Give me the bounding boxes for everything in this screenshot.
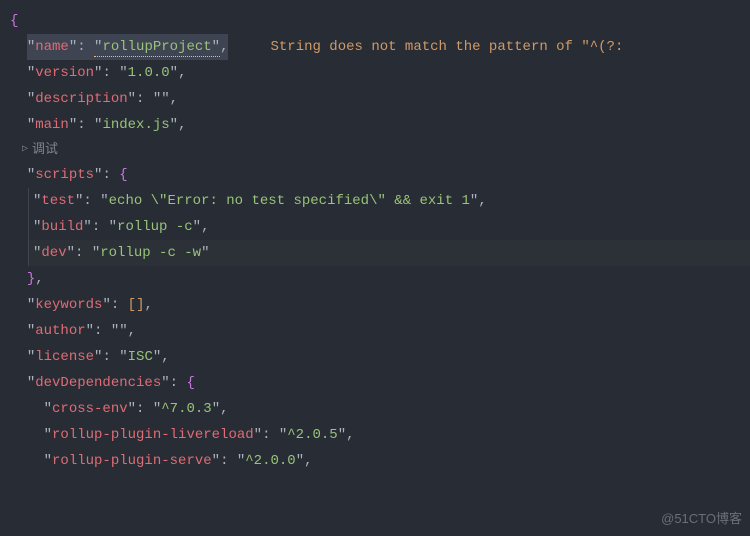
json-val-serve: ^2.0.0 bbox=[245, 453, 295, 469]
watermark: @51CTO博客 bbox=[661, 506, 742, 532]
json-val-test: echo \"Error: no test specified\" && exi… bbox=[109, 193, 470, 209]
json-key-version: version bbox=[35, 65, 94, 81]
brace-open: { bbox=[10, 13, 18, 29]
code-line-scripts-close: }, bbox=[0, 266, 750, 292]
code-line: { bbox=[0, 8, 750, 34]
json-key-livereload: rollup-plugin-livereload bbox=[52, 427, 254, 443]
json-val-name: rollupProject bbox=[102, 39, 211, 55]
code-line-test: "test": "echo \"Error: no test specified… bbox=[29, 188, 750, 214]
json-val-license: ISC bbox=[128, 349, 153, 365]
json-key-scripts: scripts bbox=[35, 167, 94, 183]
json-key-name: name bbox=[35, 39, 69, 55]
code-line-version: "version": "1.0.0", bbox=[0, 60, 750, 86]
json-val-livereload: ^2.0.5 bbox=[287, 427, 337, 443]
json-key-devdeps: devDependencies bbox=[35, 375, 161, 391]
json-key-description: description bbox=[35, 91, 127, 107]
json-key-author: author bbox=[35, 323, 85, 339]
json-key-license: license bbox=[35, 349, 94, 365]
json-key-serve: rollup-plugin-serve bbox=[52, 453, 212, 469]
code-line-serve: "rollup-plugin-serve": "^2.0.0", bbox=[0, 448, 750, 474]
play-icon: ▷ bbox=[22, 138, 28, 162]
json-val-main: index.js bbox=[102, 117, 169, 133]
code-line-author: "author": "", bbox=[0, 318, 750, 344]
code-line-name: "name": "rollupProject", String does not… bbox=[0, 34, 750, 60]
json-key-crossenv: cross-env bbox=[52, 401, 128, 417]
code-line-keywords: "keywords": [], bbox=[0, 292, 750, 318]
code-editor[interactable]: { "name": "rollupProject", String does n… bbox=[0, 8, 750, 474]
code-line-devdeps-open: "devDependencies": { bbox=[0, 370, 750, 396]
json-key-build: build bbox=[41, 219, 83, 235]
code-line-scripts-open: "scripts": { bbox=[0, 162, 750, 188]
code-line-main: "main": "index.js", bbox=[0, 112, 750, 138]
code-line-license: "license": "ISC", bbox=[0, 344, 750, 370]
code-line-build: "build": "rollup -c", bbox=[29, 214, 750, 240]
json-val-crossenv: ^7.0.3 bbox=[161, 401, 211, 417]
code-line-description: "description": "", bbox=[0, 86, 750, 112]
json-key-dev: dev bbox=[41, 245, 66, 261]
json-val-version: 1.0.0 bbox=[128, 65, 170, 81]
code-line-dev: "dev": "rollup -c -w" bbox=[29, 240, 750, 266]
lint-warning: String does not match the pattern of "^(… bbox=[271, 39, 624, 55]
code-line-livereload: "rollup-plugin-livereload": "^2.0.5", bbox=[0, 422, 750, 448]
json-key-keywords: keywords bbox=[35, 297, 102, 313]
debug-codelens[interactable]: ▷调试 bbox=[0, 138, 750, 162]
json-val-dev: rollup -c -w bbox=[100, 245, 201, 261]
code-line-crossenv: "cross-env": "^7.0.3", bbox=[0, 396, 750, 422]
json-val-build: rollup -c bbox=[117, 219, 193, 235]
json-key-main: main bbox=[35, 117, 69, 133]
debug-label: 调试 bbox=[32, 138, 58, 162]
json-key-test: test bbox=[41, 193, 75, 209]
